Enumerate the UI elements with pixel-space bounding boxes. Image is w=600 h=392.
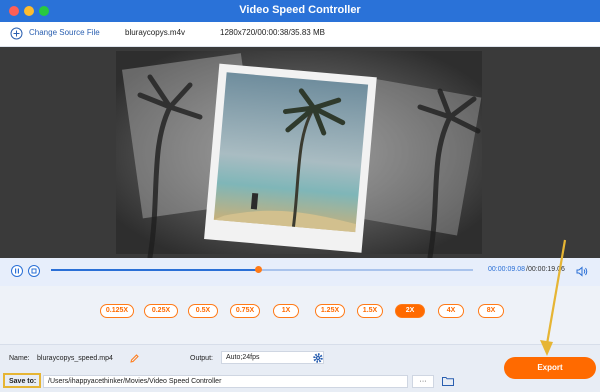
more-label: ··· [419,378,427,385]
playback-controls: 00:00:09.08 /00:00:19.06 [0,258,600,286]
speed-button-8x[interactable]: 8X [478,304,504,318]
progress-slider[interactable] [51,266,473,273]
speed-button-1x[interactable]: 1X [273,304,299,318]
file-info-bar: Change Source File bluraycopys.m4v 1280x… [0,22,600,47]
save-path-field[interactable]: /Users/ihappyacethinker/Movies/Video Spe… [43,375,408,388]
source-file-details: 1280x720/00:00:38/35.83 MB [220,28,325,37]
speed-button-2x[interactable]: 2X [395,304,425,318]
speed-button-1-25x[interactable]: 1.25X [315,304,345,318]
current-time: 00:00:09.08 [488,266,525,273]
browse-more-button[interactable]: ··· [412,375,434,388]
output-format-value: Auto;24fps [226,354,260,361]
video-frame-image [0,47,600,260]
edit-pencil-icon[interactable] [130,354,139,363]
volume-icon[interactable] [576,266,588,277]
folder-icon[interactable] [442,376,454,386]
progress-fill [51,269,258,271]
source-filename: bluraycopys.m4v [125,28,186,37]
speed-button-0-125x[interactable]: 0.125X [100,304,134,318]
name-label: Name: [9,355,30,362]
speed-options: 0.125X 0.25X 0.5X 0.75X 1X 1.25X 1.5X 2X 4X 8X [0,286,600,344]
video-preview [0,47,600,260]
gear-icon[interactable] [313,353,323,363]
change-source-button[interactable]: Change Source File [29,28,100,37]
output-format-field[interactable]: Auto;24fps [221,351,324,364]
title-bar: Video Speed Controller [0,0,600,22]
add-circle-icon[interactable] [10,27,23,40]
window-title: Video Speed Controller [239,4,361,16]
progress-handle[interactable] [254,266,262,273]
speed-button-0-5x[interactable]: 0.5X [188,304,218,318]
speed-button-1-5x[interactable]: 1.5X [357,304,383,318]
output-name-value: bluraycopys_speed.mp4 [37,355,113,362]
speed-button-0-75x[interactable]: 0.75X [230,304,260,318]
export-button[interactable]: Export [504,357,596,379]
speed-button-0-25x[interactable]: 0.25X [144,304,178,318]
pause-button[interactable] [11,265,23,277]
pause-icon [15,268,19,274]
save-to-highlight [3,373,41,388]
stop-button[interactable] [28,265,40,277]
total-time: /00:00:19.06 [526,266,565,273]
stop-icon [31,268,37,274]
save-path-value: /Users/ihappyacethinker/Movies/Video Spe… [48,378,222,385]
output-label: Output: [190,355,213,362]
speed-button-4x[interactable]: 4X [438,304,464,318]
